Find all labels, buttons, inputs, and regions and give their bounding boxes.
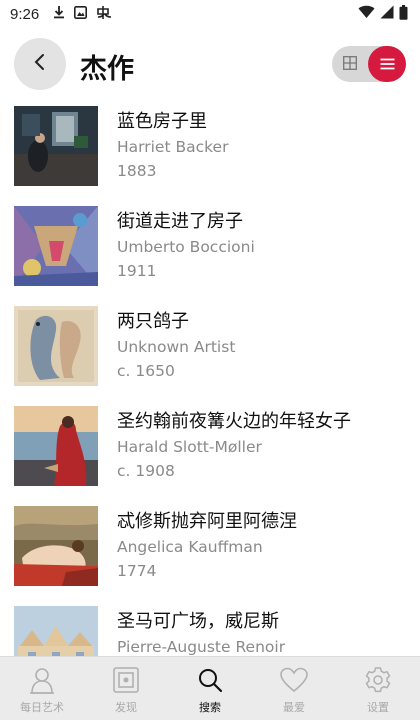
artwork-row[interactable]: 圣马可广场，威尼斯 Pierre-Auguste Renoir (0, 604, 420, 656)
back-button[interactable] (14, 38, 66, 90)
nav-label: 搜索 (199, 701, 221, 714)
nav-discover[interactable]: 发现 (84, 657, 168, 720)
photo-icon (74, 5, 88, 23)
artwork-title: 两只鸽子 (117, 311, 189, 332)
artwork-row[interactable]: 两只鸽子 Unknown Artist c. 1650 (0, 304, 420, 404)
artwork-thumbnail (14, 206, 98, 286)
battery-icon (399, 4, 408, 24)
nav-settings[interactable]: 设置 (336, 657, 420, 720)
artwork-year: 1774 (117, 562, 157, 580)
nav-search[interactable]: 搜索 (168, 657, 252, 720)
bottom-navigation: 每日艺术 发现 搜索 最爱 设置 (0, 656, 420, 720)
discover-frame-icon (113, 666, 139, 694)
nav-label: 最爱 (283, 701, 305, 714)
artwork-row[interactable]: 蓝色房子里 Harriet Backer 1883 (0, 104, 420, 204)
nav-favorites[interactable]: 最爱 (252, 657, 336, 720)
artwork-list[interactable]: 蓝色房子里 Harriet Backer 1883 街道走进了房子 Umbert… (0, 104, 420, 656)
artwork-year: 1911 (117, 262, 157, 280)
search-icon (197, 666, 223, 694)
artwork-year: c. 1650 (117, 362, 175, 380)
heart-icon (280, 666, 308, 694)
artwork-artist: Harriet Backer (117, 138, 229, 156)
grid-view-button[interactable] (332, 46, 368, 82)
nav-label: 发现 (115, 701, 137, 714)
grid-icon (343, 55, 357, 74)
artwork-title: 忒修斯抛弃阿里阿德涅 (117, 511, 297, 532)
app-notification-icon (96, 5, 112, 24)
status-bar: 9:26 (0, 0, 420, 28)
artwork-thumbnail (14, 406, 98, 486)
gear-icon (364, 666, 392, 694)
list-view-button[interactable] (368, 46, 406, 82)
artwork-artist: Angelica Kauffman (117, 538, 263, 556)
page-title: 杰作 (80, 54, 134, 85)
artwork-artist: Pierre-Auguste Renoir (117, 638, 286, 656)
nav-label: 每日艺术 (20, 701, 64, 714)
chevron-left-icon (33, 53, 47, 75)
cell-signal-icon (380, 5, 394, 23)
daily-art-icon (29, 666, 55, 694)
header: 杰作 (0, 36, 420, 92)
artwork-title: 圣约翰前夜篝火边的年轻女子 (117, 411, 351, 432)
artwork-row[interactable]: 街道走进了房子 Umberto Boccioni 1911 (0, 204, 420, 304)
nav-daily-art[interactable]: 每日艺术 (0, 657, 84, 720)
wifi-icon (358, 5, 375, 23)
artwork-row[interactable]: 忒修斯抛弃阿里阿德涅 Angelica Kauffman 1774 (0, 504, 420, 604)
artwork-title: 圣马可广场，威尼斯 (117, 611, 279, 632)
artwork-thumbnail (14, 306, 98, 386)
artwork-artist: Unknown Artist (117, 338, 236, 356)
artwork-title: 蓝色房子里 (117, 111, 207, 132)
artwork-artist: Harald Slott-Møller (117, 438, 262, 456)
artwork-thumbnail (14, 506, 98, 586)
artwork-year: 1883 (117, 162, 157, 180)
artwork-title: 街道走进了房子 (117, 211, 243, 232)
download-icon (53, 5, 65, 23)
artwork-thumbnail (14, 606, 98, 656)
status-time: 9:26 (10, 5, 40, 23)
list-icon (380, 55, 395, 74)
artwork-year: c. 1908 (117, 462, 175, 480)
nav-label: 设置 (367, 701, 389, 714)
artwork-artist: Umberto Boccioni (117, 238, 255, 256)
view-mode-toggle[interactable] (332, 46, 406, 82)
artwork-row[interactable]: 圣约翰前夜篝火边的年轻女子 Harald Slott-Møller c. 190… (0, 404, 420, 504)
artwork-thumbnail (14, 106, 98, 186)
